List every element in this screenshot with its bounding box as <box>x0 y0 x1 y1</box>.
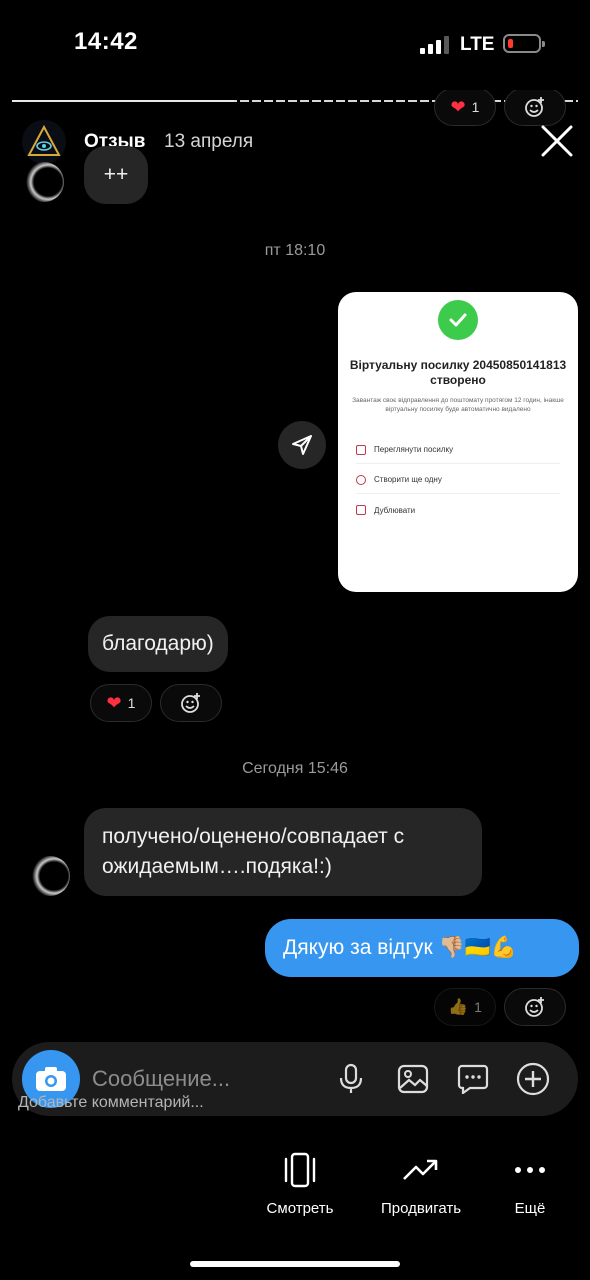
message-input[interactable]: Сообщение... <box>92 1066 230 1092</box>
view-button[interactable]: Смотреть <box>252 1148 348 1217</box>
gallery-icon[interactable] <box>396 1062 430 1096</box>
screenshot-body: Завантаж своє відправлення до поштомату … <box>352 397 564 413</box>
message-bubble[interactable]: благодарю) <box>88 616 228 672</box>
add-emoji-icon <box>181 693 200 713</box>
copy-icon <box>356 505 366 515</box>
status-bar: 14:42 LTE <box>0 0 590 90</box>
thumb-reaction[interactable]: 👍 1 <box>434 988 496 1026</box>
eye-pyramid-logo-icon <box>27 124 61 156</box>
send-icon <box>292 435 312 455</box>
add-emoji-icon <box>525 97 544 117</box>
story-date: 13 апреля <box>164 131 254 152</box>
message-bubble-sent[interactable]: Дякую за відгук 👎🏼🇺🇦💪 <box>265 919 579 977</box>
screenshot-title: Віртуальну посилку 20450850141813 створе… <box>349 358 567 387</box>
plus-circle-icon <box>356 474 366 485</box>
add-emoji-icon <box>525 997 544 1017</box>
message-composer: Сообщение... Добавьте комментарий... <box>12 1042 578 1116</box>
add-reaction-button[interactable] <box>504 988 566 1026</box>
reaction-count: 1 <box>471 99 480 115</box>
more-label: Ещё <box>514 1200 546 1217</box>
battery-icon <box>503 34 545 53</box>
add-reaction-button[interactable] <box>504 90 566 126</box>
screenshot-option: Переглянути посилку <box>356 436 560 464</box>
heart-icon: ❤ <box>450 96 466 117</box>
screenshot-option: Створити ще одну <box>356 466 560 494</box>
checkmark-icon <box>438 300 478 340</box>
microphone-icon[interactable] <box>334 1062 368 1096</box>
thumbs-up-icon: 👍 <box>448 999 469 1016</box>
sender-avatar[interactable] <box>24 162 64 202</box>
story-actions: Смотреть Продвигать Ещё <box>0 1148 590 1228</box>
avatar[interactable] <box>22 120 66 164</box>
image-message[interactable]: Віртуальну посилку 20450850141813 створе… <box>338 292 578 592</box>
network-type: LTE <box>460 34 495 55</box>
reaction-count: 1 <box>127 695 136 711</box>
timestamp: Сегодня 15:46 <box>242 760 348 777</box>
add-reaction-button[interactable] <box>160 684 222 722</box>
sender-avatar[interactable] <box>30 856 70 896</box>
promote-button[interactable]: Продвигать <box>366 1148 476 1217</box>
trending-up-icon <box>366 1148 476 1192</box>
more-dots-icon <box>500 1148 560 1192</box>
parcel-icon <box>356 444 366 455</box>
heart-reaction[interactable]: ❤ 1 <box>434 90 496 126</box>
chat-bubble-icon[interactable] <box>456 1062 490 1096</box>
comment-hint: Добавьте комментарий... <box>18 1094 204 1111</box>
share-button[interactable] <box>278 421 326 469</box>
signal-icon <box>420 36 450 54</box>
home-indicator[interactable] <box>190 1261 400 1267</box>
add-circle-icon[interactable] <box>516 1062 550 1096</box>
message-bubble[interactable]: получено/оценено/совпадает с ожидаемым….… <box>84 808 482 896</box>
heart-icon: ❤ <box>106 692 122 713</box>
close-icon[interactable] <box>540 124 574 158</box>
view-label: Смотреть <box>266 1200 334 1217</box>
message-bubble[interactable]: ++ <box>84 146 148 204</box>
camera-icon <box>36 1067 66 1091</box>
timestamp: пт 18:10 <box>264 242 326 259</box>
view-icon <box>252 1148 348 1192</box>
more-button[interactable]: Ещё <box>500 1148 560 1217</box>
status-time: 14:42 <box>74 28 138 55</box>
reaction-count: 1 <box>474 999 482 1015</box>
heart-reaction[interactable]: ❤ 1 <box>90 684 152 722</box>
screenshot-option: Дублювати <box>356 496 560 524</box>
story-card: Отзыв 13 апреля ❤ 1 ++ пт 18:10 Віртуаль… <box>0 90 590 1138</box>
promote-label: Продвигать <box>380 1200 462 1217</box>
